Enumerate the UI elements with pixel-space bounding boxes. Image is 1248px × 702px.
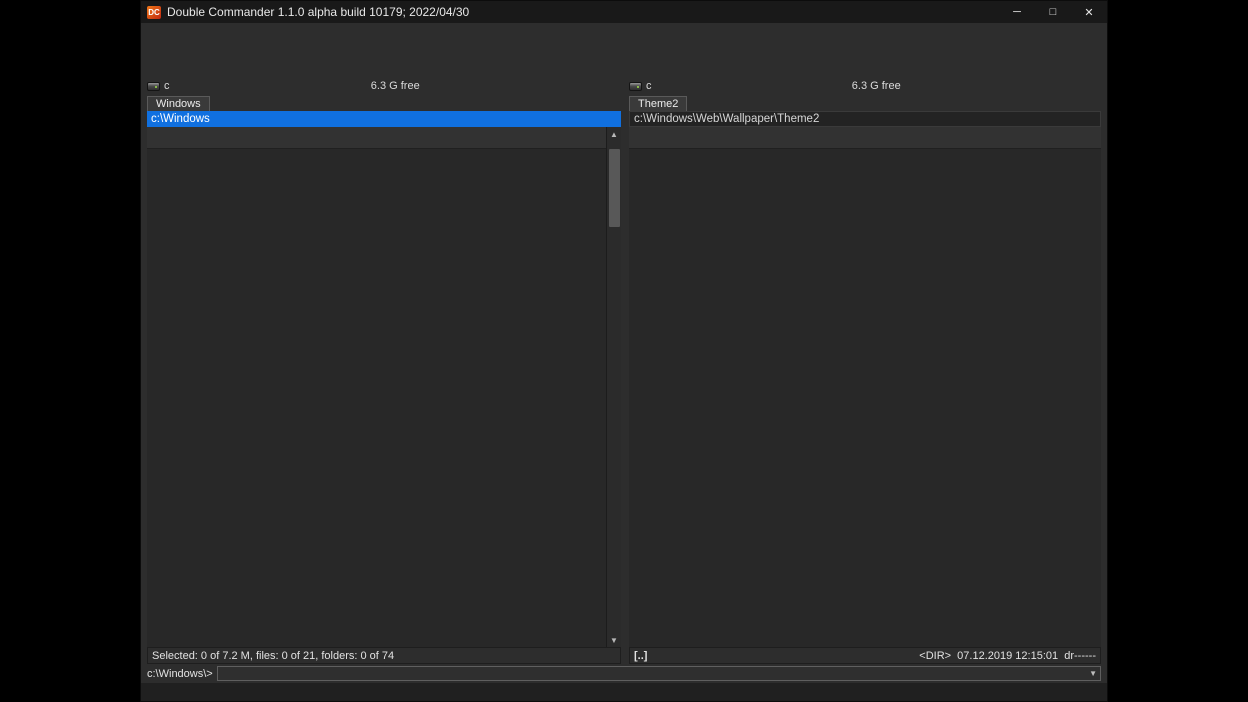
double-commander-window: DC Double Commander 1.1.0 alpha build 10… xyxy=(140,0,1108,702)
tab-theme2[interactable]: Theme2 xyxy=(629,96,687,111)
left-tab-strip: Windows xyxy=(147,94,621,111)
right-panel: c 6.3 G free Theme2 c:\Windows\Web\Wallp… xyxy=(629,78,1101,664)
right-path-bar[interactable]: c:\Windows\Web\Wallpaper\Theme2 xyxy=(629,111,1101,127)
drive-icon xyxy=(147,82,160,91)
left-status-text: Selected: 0 of 7.2 M, files: 0 of 21, fo… xyxy=(152,650,394,662)
title-bar[interactable]: DC Double Commander 1.1.0 alpha build 10… xyxy=(141,1,1107,23)
left-panel-body: ▲ ▼ xyxy=(147,127,621,647)
right-status-info: <DIR> 07.12.2019 12:15:01 dr------ xyxy=(919,650,1096,662)
left-panel-header: c 6.3 G free xyxy=(147,78,621,94)
minimize-button[interactable]: ─ xyxy=(999,1,1035,23)
right-column-headers xyxy=(629,127,1101,149)
command-input[interactable] xyxy=(218,667,1086,680)
right-status-file: [..] xyxy=(634,650,647,662)
left-column-headers xyxy=(147,127,606,149)
right-tab-strip: Theme2 xyxy=(629,94,1101,111)
maximize-button[interactable]: □ xyxy=(1035,1,1071,23)
command-line-row: c:\Windows\> ▼ xyxy=(141,664,1107,683)
menu-bar xyxy=(141,23,1107,39)
scrollbar-thumb[interactable] xyxy=(609,149,620,227)
right-panel-body xyxy=(629,127,1101,647)
scroll-down-icon[interactable]: ▼ xyxy=(607,633,621,647)
thumbnail-area xyxy=(629,149,1101,647)
function-key-bar xyxy=(141,683,1107,701)
command-prompt: c:\Windows\> xyxy=(147,668,213,680)
window-title: Double Commander 1.1.0 alpha build 10179… xyxy=(167,5,999,19)
drive-icon xyxy=(629,82,642,91)
left-scrollbar[interactable]: ▲ ▼ xyxy=(606,127,621,647)
main-toolbar xyxy=(141,39,1107,59)
right-status-bar: [..] <DIR> 07.12.2019 12:15:01 dr------ xyxy=(629,647,1101,664)
command-input-box: ▼ xyxy=(217,666,1101,681)
file-list xyxy=(147,149,606,647)
app-icon: DC xyxy=(147,6,161,19)
command-history-dropdown-icon[interactable]: ▼ xyxy=(1086,669,1100,678)
left-panel: c 6.3 G free Windows c:\Windows ▲ xyxy=(147,78,621,664)
right-panel-header: c 6.3 G free xyxy=(629,78,1101,94)
left-path-bar[interactable]: c:\Windows xyxy=(147,111,621,127)
file-panels: c 6.3 G free Windows c:\Windows ▲ xyxy=(141,78,1107,664)
desktop: DC Double Commander 1.1.0 alpha build 10… xyxy=(0,0,1248,702)
tab-windows[interactable]: Windows xyxy=(147,96,210,111)
close-button[interactable]: ✕ xyxy=(1071,1,1107,23)
drive-bar-row xyxy=(141,59,1107,78)
left-free-space: 6.3 G free xyxy=(170,80,622,92)
right-free-space: 6.3 G free xyxy=(652,80,1102,92)
window-controls: ─ □ ✕ xyxy=(999,1,1107,23)
left-status-bar: Selected: 0 of 7.2 M, files: 0 of 21, fo… xyxy=(147,647,621,664)
left-list-column xyxy=(147,127,606,647)
scroll-up-icon[interactable]: ▲ xyxy=(607,127,621,141)
